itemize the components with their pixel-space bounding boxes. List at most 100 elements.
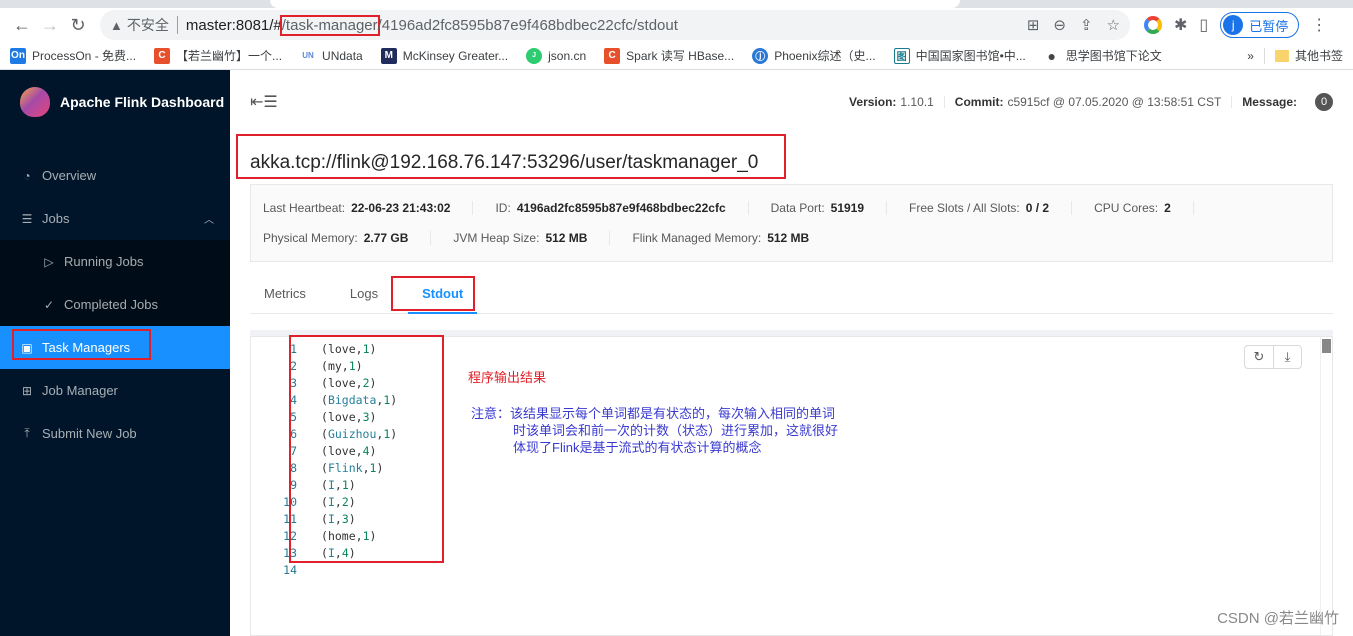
address-bar[interactable]: ▲ 不安全 master:8081/#/task-manager/4196ad2… [100, 10, 1130, 40]
count-token: 1 [362, 529, 370, 543]
arrow-right-icon: → [41, 14, 59, 35]
header-divider [943, 96, 945, 108]
download-button[interactable]: ⤓ [1273, 346, 1301, 368]
stdout-editor[interactable]: 1 (love,1) 2 (my,1) 3 (love,2) 4 (Bigdata,1) 5 (l… [250, 335, 1333, 636]
stdout-line: 11 (I,3) [281, 511, 397, 528]
sidebar-item-job-manager[interactable]: ⊞ Job Manager [0, 369, 230, 412]
detail-label: Physical Memory: [263, 231, 358, 245]
extensions-puzzle-icon[interactable]: ✱ [1174, 15, 1187, 35]
share-icon[interactable]: ⇪ [1080, 16, 1093, 34]
bookmark-label: 思学图书馆下论文 [1065, 49, 1162, 63]
browser-menu-icon[interactable]: ⋮ [1311, 15, 1327, 35]
sidebar-item-label: Completed Jobs [64, 297, 158, 312]
scroll-thumb[interactable] [1322, 339, 1331, 353]
bookmark-label: Phoenix综述（史... [774, 49, 876, 63]
word-token: home [327, 529, 356, 543]
sidebar-item-label: Jobs [42, 211, 70, 226]
sidebar-item-task-managers[interactable]: ▣ Task Managers [0, 326, 230, 369]
phoenix-icon: ⓙ [752, 47, 769, 64]
bookmark-item[interactable]: ⓙ Phoenix综述（史... [752, 47, 876, 64]
translate-icon[interactable]: ⊞ [1027, 16, 1040, 34]
word-token: my [327, 359, 342, 373]
sidebar-item-submit-new-job[interactable]: ⤒ Submit New Job [0, 412, 230, 455]
editor-scrollbar[interactable] [1320, 337, 1332, 635]
bookmark-label: 【若兰幽竹】一个... [176, 49, 283, 63]
url-path: /4196ad2fc8595b87e9f468bdbec22cfc/stdout [377, 16, 678, 34]
logo[interactable]: Apache Flink Dashboard [0, 70, 230, 134]
tab-stdout[interactable]: Stdout [408, 274, 478, 314]
zoom-out-icon[interactable]: ⊖ [1053, 16, 1066, 34]
word-token: I [327, 546, 335, 560]
detail-value: 2.77 GB [363, 231, 409, 245]
word-token: I [327, 512, 335, 526]
bookmark-item[interactable]: C Spark 读写 HBase... [604, 47, 734, 64]
detail-divider [886, 201, 888, 215]
stdout-code: 1 (love,1) 2 (my,1) 3 (love,2) 4 (Bigdata,1) 5 (l… [281, 341, 397, 579]
bookmark-item[interactable]: C 【若兰幽竹】一个... [154, 47, 282, 64]
count-token: 2 [341, 495, 349, 509]
tab-metrics[interactable]: Metrics [250, 274, 320, 313]
other-bookmarks-folder[interactable]: 其他书签 [1274, 47, 1343, 64]
message-count-badge[interactable]: 0 [1315, 93, 1333, 111]
bookmark-item[interactable]: M McKinsey Greater... [380, 47, 508, 64]
line-text: (I,4) [321, 546, 356, 560]
more-bookmarks-chevron-icon[interactable]: » [1247, 49, 1254, 63]
detail-data-port: Data Port: 51919 [771, 201, 864, 215]
sidebar-item-overview[interactable]: ◔ Overview [0, 154, 230, 197]
editor-actions: ↻ ⤓ [1244, 345, 1302, 369]
menu-fold-icon[interactable]: ⇤☰ [250, 92, 278, 112]
sidebar-item-completed-jobs[interactable]: ✓ Completed Jobs [0, 283, 230, 326]
task-manager-content: akka.tcp://flink@192.168.76.147:53296/us… [230, 134, 1353, 636]
detail-jvm-heap: JVM Heap Size: 512 MB [453, 231, 587, 245]
word-token: Bigdata [327, 393, 377, 407]
bookmark-item[interactable]: Jjson.cn [526, 47, 586, 64]
detail-divider [609, 231, 611, 245]
side-panel-icon[interactable]: ▯ [1199, 15, 1208, 35]
bookmark-star-icon[interactable]: ☆ [1107, 16, 1120, 34]
bookmark-item[interactable]: ● 思学图书馆下论文 [1043, 47, 1162, 64]
stdout-line: 3 (love,2) [281, 375, 397, 392]
detail-divider [747, 201, 749, 215]
folder-icon [1274, 49, 1289, 62]
url-host: master:8081/# [185, 16, 282, 34]
tab-logs[interactable]: Logs [336, 274, 392, 313]
bookmark-label: 中国国家图书馆•中... [915, 49, 1026, 63]
sidebar-item-running-jobs[interactable]: ▷ Running Jobs [0, 240, 230, 283]
insecure-label: 不安全 [126, 17, 169, 33]
detail-last-heartbeat: Last Heartbeat: 22-06-23 21:43:02 [263, 201, 450, 215]
detail-value: 512 MB [767, 231, 810, 245]
word-token: I [327, 478, 335, 492]
bookmark-item[interactable]: On ProcessOn - 免费... [10, 47, 136, 64]
note-line: 注意：该结果显示每个单词都是有状态的，每次输入相同的单词 [471, 406, 836, 421]
browser-active-tab[interactable] [270, 0, 960, 8]
line-number: 11 [283, 512, 297, 526]
sidebar-menu: ◔ Overview ☰ Jobs ︿ ▷ Running Jobs ✓ Com… [0, 154, 230, 455]
stdout-line: 2 (my,1) [281, 358, 397, 375]
refresh-button[interactable]: ↻ [1245, 346, 1273, 368]
count-token: 1 [348, 359, 356, 373]
bookmark-item[interactable]: 图中国国家图书馆•中... [893, 47, 1026, 64]
detail-physical-memory: Physical Memory: 2.77 GB [263, 231, 408, 245]
bookmark-label: Spark 读写 HBase... [626, 49, 735, 63]
sidebar-item-label: Running Jobs [64, 254, 144, 269]
line-text: (love,2) [321, 376, 377, 390]
extension-color-icon[interactable] [1144, 16, 1162, 34]
bookmark-item[interactable]: UN UNdata [300, 47, 363, 64]
detail-cpu-cores: CPU Cores: 2 [1094, 201, 1171, 215]
line-number: 12 [283, 529, 297, 543]
line-text: (I,3) [321, 512, 356, 526]
version-label: Version: [849, 95, 897, 109]
detail-divider [472, 201, 474, 215]
line-text: (Bigdata,1) [321, 393, 398, 407]
profile-button[interactable]: j 已暂停 [1220, 12, 1300, 38]
line-text: (home,1) [321, 529, 377, 543]
reload-button[interactable]: ↻ [64, 11, 92, 39]
commit-value: c5915cf @ 07.05.2020 @ 13:58:51 CST [1007, 95, 1222, 109]
task-manager-title: akka.tcp://flink@192.168.76.147:53296/us… [250, 152, 759, 173]
url-highlight-task-manager: /task-manager [279, 14, 380, 36]
forward-button[interactable]: → [36, 11, 64, 39]
browser-tabstrip [0, 0, 1353, 8]
detail-value: 0 / 2 [1025, 201, 1050, 215]
sidebar-item-jobs[interactable]: ☰ Jobs ︿ [0, 197, 230, 240]
back-button[interactable]: ← [8, 11, 36, 39]
